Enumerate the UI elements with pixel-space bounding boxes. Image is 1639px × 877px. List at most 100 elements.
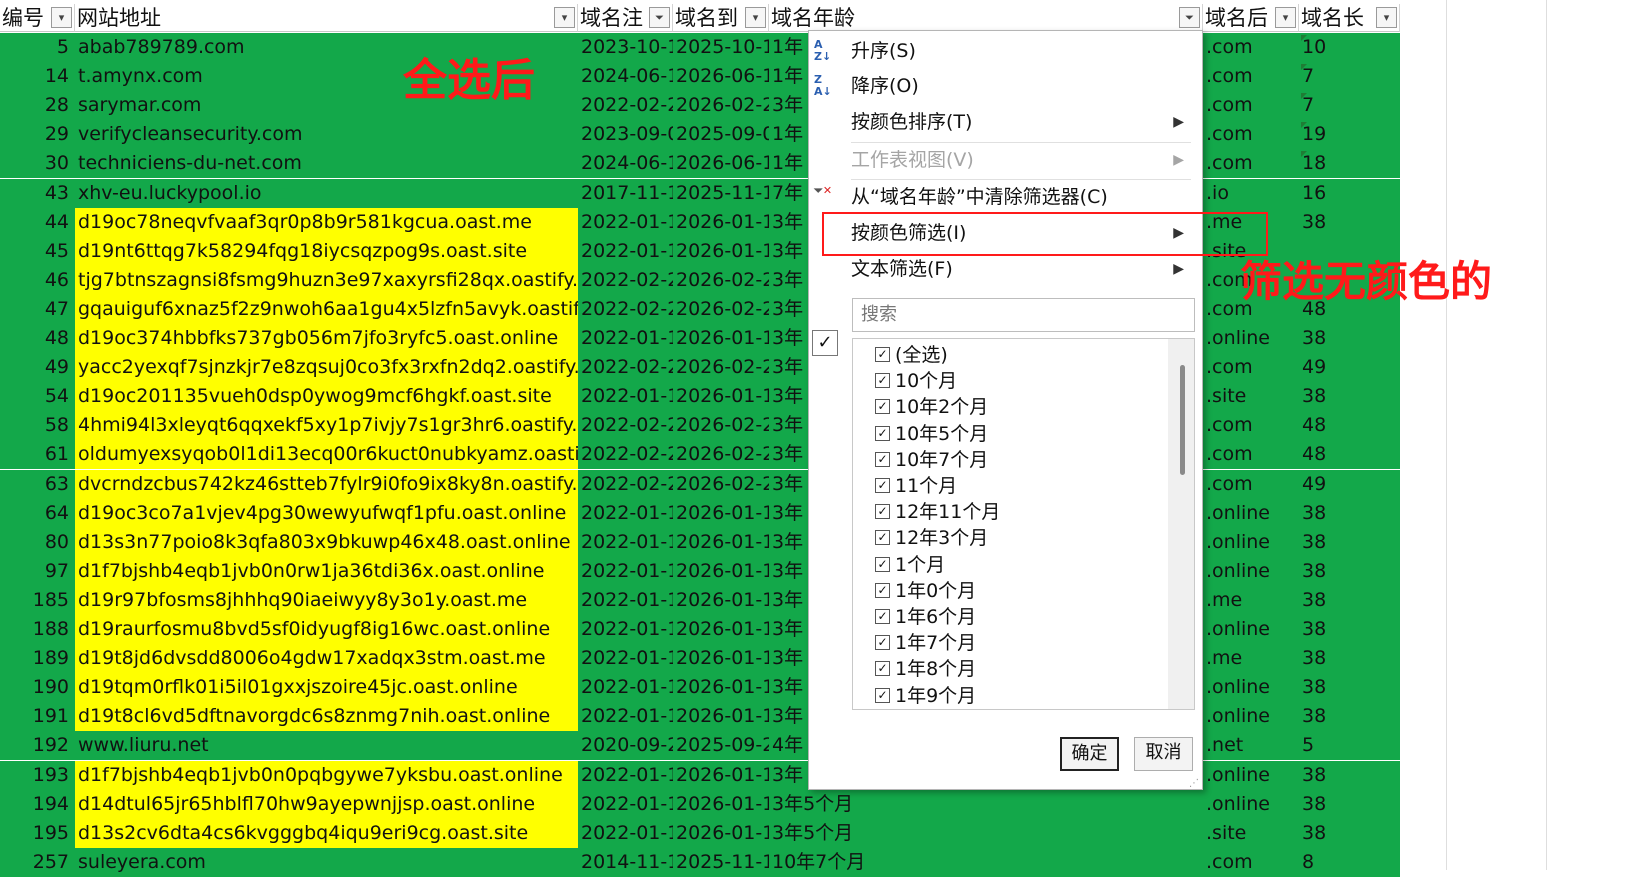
cell-tld[interactable]: .com [1203, 440, 1299, 470]
checkbox-checked[interactable]: ✓ [875, 556, 890, 572]
cell-tld[interactable]: .com [1203, 469, 1299, 499]
cell-url[interactable]: d19t8jd6dvsdd8006o4gdw17xadqx3stm.oast.m… [75, 644, 578, 674]
cell-url[interactable]: tjg7btnszagnsi8fsmg9huzn3e97xaxyrsfi28qx… [75, 265, 578, 295]
checkbox-checked[interactable]: ✓ [875, 635, 890, 651]
checkbox-checked[interactable]: ✓ [875, 609, 890, 624]
header-id[interactable]: 编号 ▾ [0, 4, 75, 32]
cell-url[interactable]: suleyera.com [75, 847, 578, 877]
cell-tld[interactable]: .com [1203, 91, 1299, 121]
cell-expires[interactable]: 2026-02-2 [673, 440, 769, 470]
cell-tld[interactable]: .io [1203, 178, 1299, 208]
cell-id[interactable]: 48 [0, 324, 75, 353]
cell-tld[interactable]: .com [1203, 353, 1299, 383]
header-length[interactable]: 域名长 ▾ [1299, 4, 1400, 32]
cell-url[interactable]: d13s3n77poio8k3qfa803x9bkuwp46x48.oast.o… [75, 527, 578, 557]
cell-tld[interactable]: .me [1203, 585, 1299, 615]
cell-registered[interactable]: 2022-02-2 [578, 91, 673, 121]
menu-item-sort-by-color[interactable]: 按颜色排序(T) ▶ [809, 106, 1202, 139]
cell-expires[interactable]: 2026-01-1 [673, 644, 769, 674]
cell-expires[interactable]: 2026-06-1 [673, 62, 769, 92]
filter-active-icon[interactable]: ⏷ [649, 7, 670, 28]
checkbox-checked[interactable]: ✓ [875, 399, 890, 415]
cancel-button[interactable]: 取消 [1134, 737, 1193, 771]
cell-expires[interactable]: 2026-02-2 [673, 411, 769, 441]
cell-length[interactable]: 5 [1299, 731, 1400, 761]
cell-length[interactable]: 18 [1299, 149, 1400, 179]
cell-id[interactable]: 45 [0, 236, 75, 266]
cell-url[interactable]: techniciens-du-net.com [75, 149, 578, 179]
cell-age[interactable]: 3年5个月 [769, 818, 1203, 848]
cell-registered[interactable]: 2024-06-1 [578, 62, 673, 92]
cell-expires[interactable]: 2026-01-1 [673, 236, 769, 266]
checkbox-checked[interactable]: ✓ [875, 661, 890, 677]
cell-expires[interactable]: 2026-02-2 [673, 294, 769, 324]
cell-registered[interactable]: 2014-11-1 [578, 847, 673, 877]
cell-length[interactable]: 38 [1299, 382, 1400, 412]
cell-length[interactable]: 38 [1299, 585, 1400, 615]
cell-id[interactable]: 194 [0, 789, 75, 819]
cell-registered[interactable]: 2022-01-1 [578, 818, 673, 848]
cell-length[interactable]: 38 [1299, 818, 1400, 848]
cell-expires[interactable]: 2026-01-1 [673, 556, 769, 586]
cell-registered[interactable]: 2022-01-1 [578, 556, 673, 586]
menu-item-sort-asc[interactable]: A Z↓ 升序(S) [809, 35, 1202, 68]
cell-length[interactable]: 38 [1299, 615, 1400, 644]
cell-tld[interactable]: .com [1203, 149, 1299, 179]
cell-url[interactable]: d14dtul65jr65hblfl70hw9ayepwnjjsp.oast.o… [75, 789, 578, 819]
cell-length[interactable]: 38 [1299, 789, 1400, 819]
cell-url[interactable]: yacc2yexqf7sjnzkjr7e8zqsuj0co3fx3rxfn2dq… [75, 353, 578, 383]
filter-dropdown-icon[interactable]: ▾ [51, 7, 72, 28]
cell-id[interactable]: 46 [0, 265, 75, 295]
cell-id[interactable]: 195 [0, 818, 75, 848]
cell-id[interactable]: 43 [0, 178, 75, 208]
cell-tld[interactable]: .site [1203, 382, 1299, 412]
menu-item-text-filter[interactable]: 文本筛选(F) ▶ [809, 253, 1202, 286]
header-url[interactable]: 网站地址 ▾ [75, 4, 578, 32]
cell-id[interactable]: 97 [0, 556, 75, 586]
cell-registered[interactable]: 2022-01-1 [578, 324, 673, 353]
cell-expires[interactable]: 2025-10-1 [673, 33, 769, 62]
search-input[interactable]: 搜索 [852, 298, 1195, 332]
cell-expires[interactable]: 2026-01-1 [673, 760, 769, 790]
cell-expires[interactable]: 2026-01-1 [673, 585, 769, 615]
cell-tld[interactable]: .site [1203, 818, 1299, 848]
cell-id[interactable]: 64 [0, 498, 75, 528]
cell-length[interactable]: 48 [1299, 411, 1400, 441]
cell-age[interactable]: 3年5个月 [769, 789, 1203, 819]
cell-id[interactable]: 30 [0, 149, 75, 179]
cell-registered[interactable]: 2022-01-1 [578, 527, 673, 557]
cell-url[interactable]: verifycleansecurity.com [75, 120, 578, 150]
cell-url[interactable]: d19t8cl6vd5dftnavorgdc6s8znmg7nih.oast.o… [75, 702, 578, 732]
cell-length[interactable]: 38 [1299, 760, 1400, 790]
cell-id[interactable]: 58 [0, 411, 75, 441]
cell-length[interactable]: 19 [1299, 120, 1400, 150]
cell-length[interactable]: 49 [1299, 469, 1400, 499]
cell-tld[interactable]: .com [1203, 847, 1299, 877]
cell-length[interactable]: 38 [1299, 498, 1400, 528]
cell-expires[interactable]: 2026-01-1 [673, 673, 769, 703]
cell-expires[interactable]: 2026-02-2 [673, 265, 769, 295]
cell-registered[interactable]: 2022-01-1 [578, 382, 673, 412]
cell-length[interactable]: 16 [1299, 178, 1400, 208]
cell-registered[interactable]: 2024-06-1 [578, 149, 673, 179]
checkbox-checked[interactable]: ✓ [875, 451, 890, 467]
cell-expires[interactable]: 2026-01-1 [673, 789, 769, 819]
cell-registered[interactable]: 2023-09-0 [578, 120, 673, 150]
table-row[interactable]: 195 d13s2cv6dta4cs6kvgggbq4iqu9eri9cg.oas… [0, 818, 1400, 848]
cell-tld[interactable]: .online [1203, 789, 1299, 819]
cell-registered[interactable]: 2022-01-1 [578, 760, 673, 790]
header-tld[interactable]: 域名后 ▾ [1203, 4, 1299, 32]
cell-url[interactable]: d19nt6ttqg7k58294fqg18iycsqzpog9s.oast.s… [75, 236, 578, 266]
cell-tld[interactable]: .com [1203, 33, 1299, 62]
cell-expires[interactable]: 2026-01-1 [673, 818, 769, 848]
cell-id[interactable]: 14 [0, 62, 75, 92]
cell-registered[interactable]: 2022-02-2 [578, 469, 673, 499]
checkbox-checked[interactable]: ✓ [875, 530, 890, 546]
table-row[interactable]: 194 d14dtul65jr65hblfl70hw9ayepwnjjsp.oas… [0, 789, 1400, 819]
checkbox-checked[interactable]: ✓ [875, 478, 890, 493]
cell-url[interactable]: d1f7bjshb4eqb1jvb0n0rw1ja36tdi36x.oast.o… [75, 556, 578, 586]
cell-length[interactable]: 38 [1299, 324, 1400, 353]
menu-item-sort-desc[interactable]: Z A↓ 降序(O) [809, 70, 1202, 103]
cell-url[interactable]: d19oc78neqvfvaaf3qr0p8b9r581kgcua.oast.m… [75, 207, 578, 237]
cell-registered[interactable]: 2017-11-1 [578, 178, 673, 208]
